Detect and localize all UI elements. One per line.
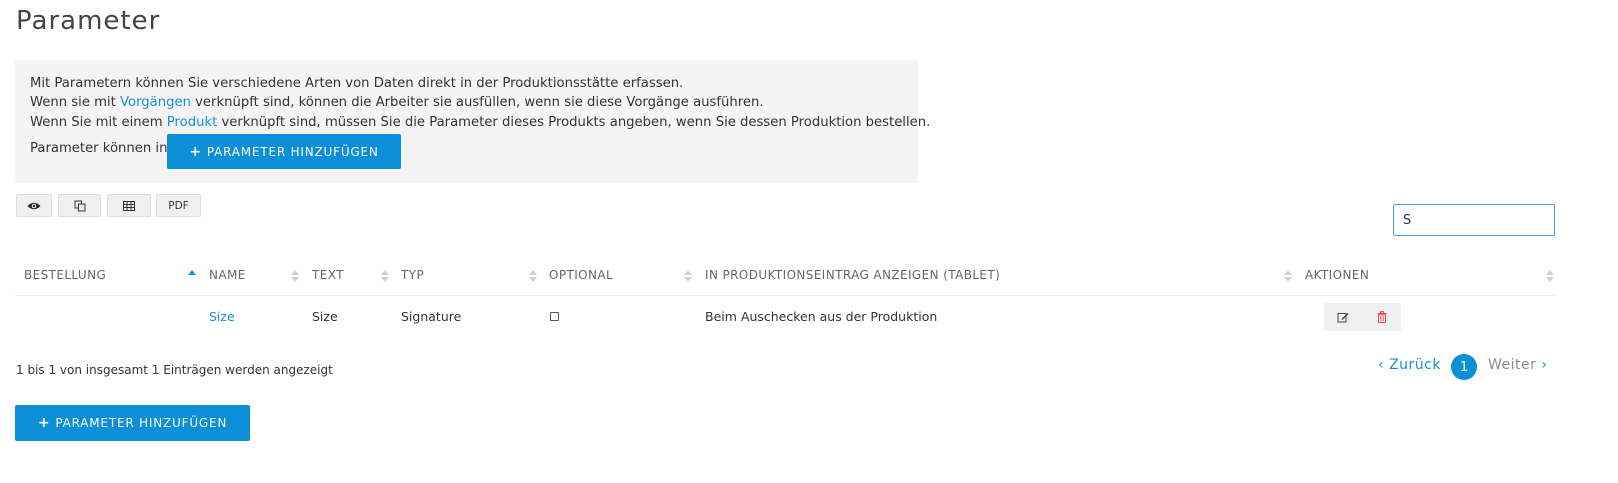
pagination-next[interactable]: Weiter › [1488,357,1547,373]
info-line-3-post: verknüpft sind, müssen Sie die Parameter… [217,115,931,130]
info-line-3: Wenn Sie mit einem Produkt verknüpft sin… [30,115,930,130]
add-parameter-label: PARAMETER HINZUFÜGEN [55,416,228,430]
edit-button[interactable] [1324,303,1363,331]
sort-icon-typ[interactable] [529,269,537,283]
search-input[interactable] [1393,204,1555,236]
cell-anzeigen: Beim Auschecken aus der Produktion [705,309,938,324]
copy-icon [74,200,85,211]
add-parameter-button[interactable]: + PARAMETER HINZUFÜGEN [15,405,250,441]
sort-icon-anzeigen[interactable] [1284,269,1292,283]
pdf-export-button[interactable]: PDF [156,194,201,217]
cell-text: Size [312,309,338,324]
info-line-1: Mit Parametern können Sie verschiedene A… [30,76,684,91]
next-label: Weiter [1488,357,1537,373]
info-line-4: Parameter können in [30,141,168,156]
table-icon [123,200,135,211]
header-text[interactable]: TEXT [312,268,344,282]
info-line-2-post: verknüpft sind, können die Arbeiter sie … [190,95,764,110]
csv-export-button[interactable] [107,194,151,217]
header-bestellung[interactable]: BESTELLUNG [24,268,106,282]
table-info: 1 bis 1 von insgesamt 1 Einträgen werden… [16,363,333,377]
optional-checkbox [550,312,559,321]
sort-asc-icon[interactable] [188,269,196,283]
sort-icon-name[interactable] [291,269,299,283]
header-name[interactable]: NAME [209,268,246,282]
sort-icon-aktionen[interactable] [1546,269,1554,283]
info-line-3-pre: Wenn Sie mit einem [30,115,167,130]
info-line-2: Wenn sie mit Vorgängen verknüpft sind, k… [30,95,764,110]
edit-icon [1337,313,1349,323]
column-visibility-button[interactable] [16,194,52,217]
sort-icon-text[interactable] [381,269,389,283]
header-typ[interactable]: TYP [401,268,424,282]
plus-icon: + [189,143,202,160]
table-header-divider [15,295,1557,296]
cell-typ: Signature [401,309,462,324]
add-parameter-label: PARAMETER HINZUFÜGEN [206,144,379,159]
header-aktionen[interactable]: AKTIONEN [1305,268,1369,282]
eye-icon [27,202,41,209]
header-anzeigen[interactable]: IN PRODUKTIONSEINTRAG ANZEIGEN (TABLET) [705,268,1000,282]
cell-name-link[interactable]: Size [209,309,235,324]
vorgaenge-link[interactable]: Vorgängen [120,95,191,110]
delete-button[interactable] [1363,303,1402,331]
pagination-prev[interactable]: ‹ Zurück [1378,357,1441,373]
plus-icon: + [37,415,51,431]
page-title: Parameter [16,6,161,36]
prev-label: Zurück [1389,357,1441,373]
chevron-right-icon: › [1536,357,1548,373]
sort-icon-optional[interactable] [684,269,692,283]
info-line-2-pre: Wenn sie mit [30,95,121,110]
trash-icon [1377,311,1387,323]
produkt-link[interactable]: Produkt [167,115,217,130]
add-parameter-button-inline[interactable]: + PARAMETER HINZUFÜGEN [167,134,401,169]
copy-button[interactable] [58,194,101,217]
pagination-page-1[interactable]: 1 [1451,354,1477,380]
chevron-left-icon: ‹ [1378,357,1390,373]
row-actions [1324,303,1401,331]
header-optional[interactable]: OPTIONAL [549,268,613,282]
info-box: Mit Parametern können Sie verschiedene A… [15,60,930,183]
